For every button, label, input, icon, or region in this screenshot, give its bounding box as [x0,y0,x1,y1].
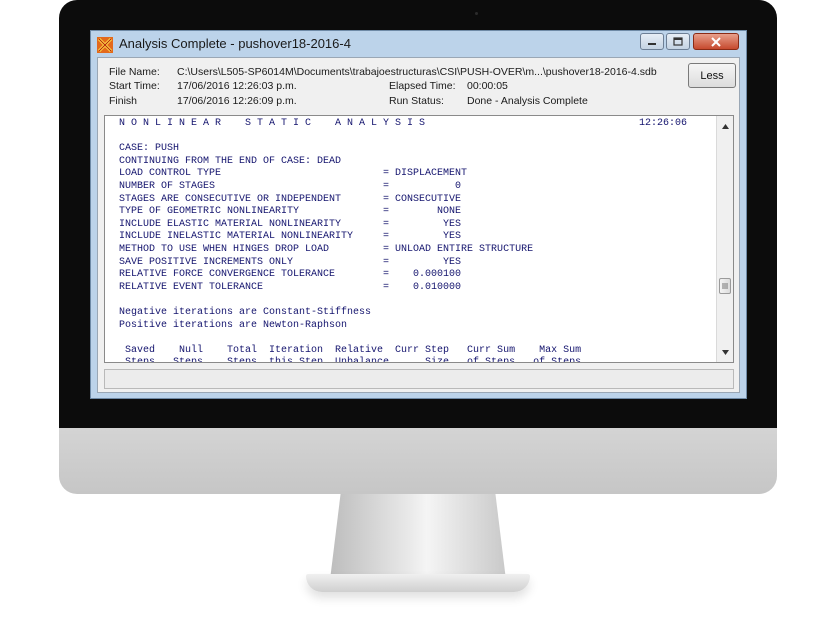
log-line: Positive iterations are Newton-Raphson [119,319,348,331]
scroll-thumb-grip-icon [722,283,728,289]
title-bar[interactable]: Analysis Complete - pushover18-2016-4 [91,31,746,57]
log-scrollbar[interactable] [716,116,733,362]
log-line: INCLUDE ELASTIC MATERIAL NONLINEARITY = … [119,218,462,230]
run-status-label: Run Status: [389,95,444,107]
log-line: Saved Null Total Iteration Relative Curr… [119,344,582,356]
progress-status-area [104,369,734,389]
scroll-up-arrow-icon [721,123,729,129]
log-line: TYPE OF GEOMETRIC NONLINEARITY = NONE [119,206,462,218]
scroll-thumb[interactable] [719,278,731,294]
minimize-button[interactable] [640,33,664,50]
start-time-value: 17/06/2016 12:26:03 p.m. [177,80,297,92]
sap2000-icon [97,37,113,53]
analysis-complete-window: Analysis Complete - pushover18-2016-4 Fi… [90,30,747,399]
minimize-icon [648,42,656,45]
monitor-chin [59,428,777,494]
log-line: METHOD TO USE WHEN HINGES DROP LOAD = UN… [119,243,534,255]
log-line: Steps Steps Steps this Step Unbalance Si… [119,357,582,363]
log-line: Negative iterations are Constant-Stiffne… [119,306,372,318]
log-line: STAGES ARE CONSECUTIVE OR INDEPENDENT = … [119,193,462,205]
file-name-label: File Name: [109,66,160,78]
log-line: INCLUDE INELASTIC MATERIAL NONLINEARITY … [119,231,462,243]
webcam-dot [475,12,478,15]
maximize-button[interactable] [666,33,690,50]
close-button[interactable] [693,33,739,50]
log-line: LOAD CONTROL TYPE = DISPLACEMENT [119,168,468,180]
close-icon [711,36,721,47]
scroll-up-button[interactable] [717,118,733,134]
log-lines: CASE: PUSH CONTINUING FROM THE END OF CA… [119,143,582,363]
log-line: RELATIVE EVENT TOLERANCE = 0.010000 [119,281,462,293]
maximize-icon [673,37,683,46]
analysis-log-text: N O N L I N E A R S T A T I C A N A L Y … [119,118,719,363]
log-line: RELATIVE FORCE CONVERGENCE TOLERANCE = 0… [119,269,462,281]
elapsed-time-label: Elapsed Time: [389,80,456,92]
scroll-down-button[interactable] [717,344,733,360]
scroll-down-arrow-icon [721,349,729,355]
monitor-stand-base [306,574,530,592]
log-header-time: 12:26:06 [639,118,688,129]
log-line: CONTINUING FROM THE END OF CASE: DEAD [119,155,342,167]
monitor-stand [330,494,506,580]
log-line: CASE: PUSH [119,143,180,155]
dialog-body: File Name: C:\Users\L505-SP6014M\Documen… [97,57,740,393]
log-line: NUMBER OF STAGES = 0 [119,180,462,192]
file-name-value: C:\Users\L505-SP6014M\Documents\trabajoe… [177,66,657,78]
elapsed-time-value: 00:00:05 [467,80,508,92]
log-header-title: N O N L I N E A R S T A T I C A N A L Y … [119,118,426,129]
run-status-value: Done - Analysis Complete [467,95,588,107]
log-line: SAVE POSITIVE INCREMENTS ONLY = YES [119,256,462,268]
less-button[interactable]: Less [688,63,736,88]
start-time-label: Start Time: [109,80,160,92]
analysis-log-panel[interactable]: N O N L I N E A R S T A T I C A N A L Y … [104,115,734,363]
finish-time-label: Finish [109,95,138,107]
window-title: Analysis Complete - pushover18-2016-4 [119,36,351,51]
finish-time-value: 17/06/2016 12:26:09 p.m. [177,95,297,107]
